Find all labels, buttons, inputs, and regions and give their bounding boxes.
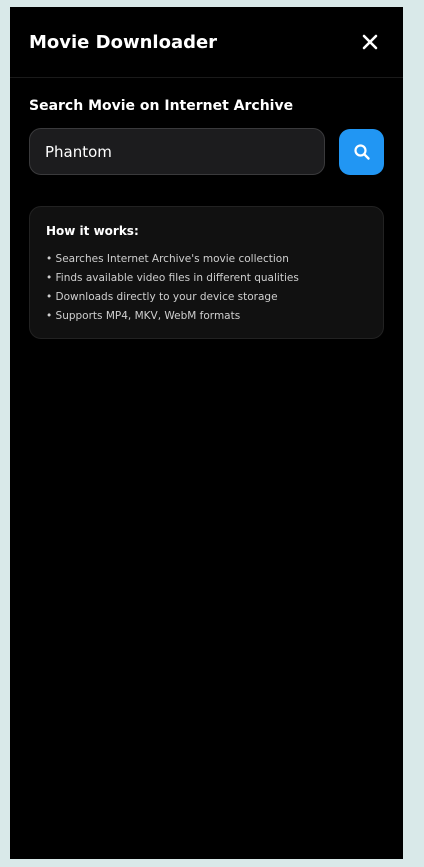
panel-title: Movie Downloader	[29, 32, 218, 53]
list-item: • Finds available video files in differe…	[46, 272, 299, 284]
panel-header: Movie Downloader	[10, 7, 403, 78]
movie-downloader-panel: Movie Downloader Search Movie on Interne…	[10, 7, 403, 859]
how-it-works-list: • Searches Internet Archive's movie coll…	[46, 250, 299, 326]
search-label: Search Movie on Internet Archive	[29, 98, 294, 114]
close-button[interactable]	[357, 29, 383, 55]
search-button[interactable]	[339, 129, 384, 175]
how-it-works-title: How it works:	[46, 224, 139, 238]
how-it-works-card: How it works: • Searches Internet Archiv…	[29, 206, 384, 339]
list-item: • Supports MP4, MKV, WebM formats	[46, 310, 241, 322]
close-icon	[362, 34, 378, 50]
list-item: • Downloads directly to your device stor…	[46, 291, 278, 303]
search-input[interactable]	[29, 128, 325, 175]
list-item: • Searches Internet Archive's movie coll…	[46, 253, 289, 265]
search-icon	[354, 144, 370, 160]
